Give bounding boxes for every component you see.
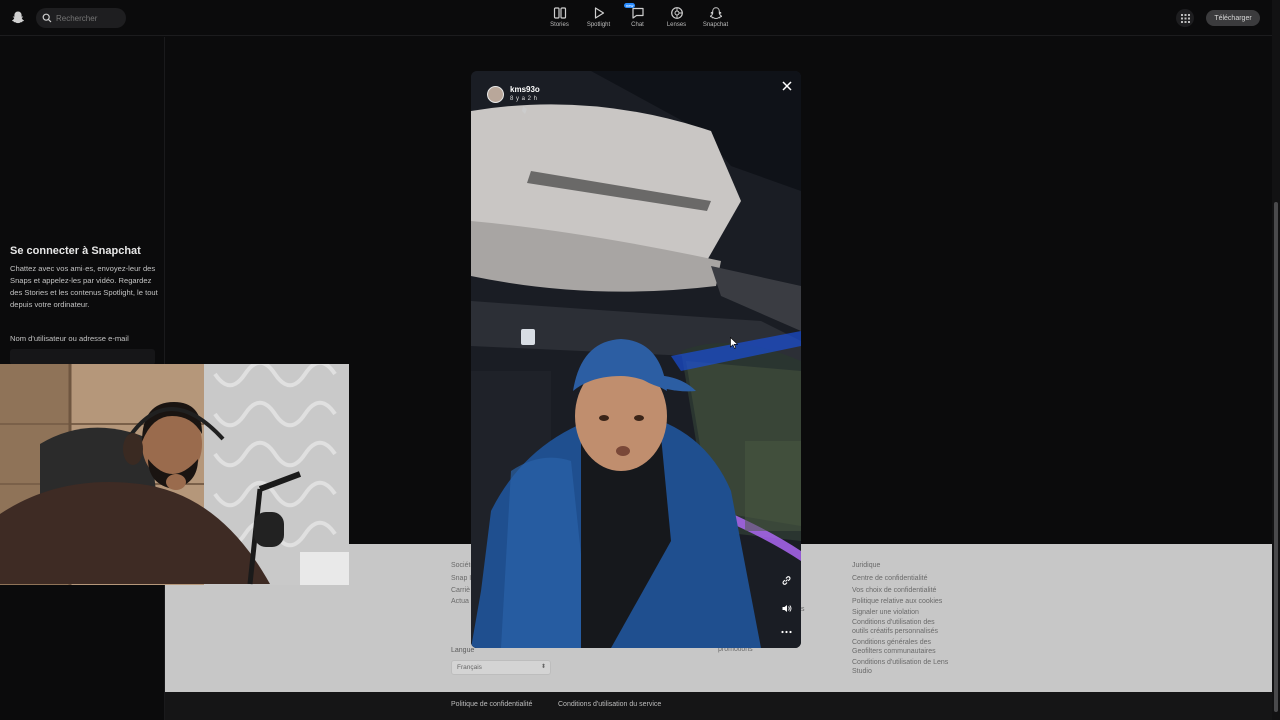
nav-snapchat-label: Snapchat	[702, 22, 729, 28]
lenses-icon	[670, 7, 683, 19]
footer-bottom-bar: Politique de confidentialité Conditions …	[165, 692, 1272, 720]
footer-link[interactable]: Centre de confidentialité	[852, 573, 952, 584]
chat-icon	[631, 7, 644, 19]
nav-spotlight-label: Spotlight	[586, 22, 611, 28]
close-story-button[interactable]	[779, 78, 795, 94]
search-bar[interactable]	[36, 8, 126, 28]
story-timestamp: 8 y a 2 h	[510, 96, 538, 102]
story-meta: kms93o 8 y a 2 h	[510, 85, 540, 103]
footer-link[interactable]: Vos choix de confidentialité	[852, 585, 952, 596]
footer-legal-heading: Juridique	[852, 562, 881, 569]
nav-lenses-label: Lenses	[666, 22, 687, 28]
nav-stories[interactable]: Stories	[540, 6, 579, 28]
top-bar: Stories Spotlight new Chat Lenses Snapch…	[0, 0, 1272, 36]
story-viewer[interactable]: kms93o 8 y a 2 h	[471, 71, 801, 648]
search-icon	[42, 13, 52, 23]
webcam-overlay	[0, 364, 349, 585]
footer-link[interactable]: Politique relative aux cookies	[852, 596, 952, 607]
more-dots-icon	[780, 630, 792, 634]
language-select[interactable]: Français ⬍	[451, 660, 551, 675]
stories-icon	[553, 7, 566, 19]
story-username[interactable]: kms93o	[510, 85, 540, 95]
copy-link-button[interactable]	[778, 572, 794, 588]
nav-chat-label: Chat	[631, 22, 644, 28]
footer-link[interactable]: Conditions d'utilisation de Lens Studio	[852, 658, 952, 676]
volume-icon	[782, 604, 791, 612]
apps-menu-button[interactable]	[1176, 9, 1194, 27]
nav-chat[interactable]: new Chat	[618, 3, 657, 28]
mouse-cursor-icon	[730, 337, 738, 349]
nav-lenses[interactable]: Lenses	[657, 6, 696, 28]
snapchat-ghost-icon	[709, 7, 722, 20]
scrollbar-thumb[interactable]	[1274, 202, 1278, 712]
nav-snapchat[interactable]: Snapchat	[696, 6, 735, 28]
username-label: Nom d'utilisateur ou adresse e-mail	[10, 334, 129, 343]
search-input[interactable]	[56, 13, 116, 23]
login-title: Se connecter à Snapchat	[10, 245, 141, 257]
story-avatar[interactable]	[487, 85, 504, 103]
footer-legal-column: Juridique Centre de confidentialité Vos …	[852, 560, 952, 676]
terms-of-service-link[interactable]: Conditions d'utilisation du service	[558, 701, 661, 708]
main-nav: Stories Spotlight new Chat Lenses Snapch…	[540, 3, 735, 28]
footer-link[interactable]: s	[801, 604, 805, 615]
nav-spotlight[interactable]: Spotlight	[579, 6, 618, 28]
chat-new-badge: new	[624, 3, 636, 8]
username-field[interactable]	[10, 349, 155, 365]
download-button[interactable]: Télécharger	[1206, 10, 1260, 26]
language-select-value: Français	[457, 664, 482, 671]
footer-link[interactable]: Signaler une violation	[852, 607, 952, 618]
language-label: Langue	[451, 647, 475, 654]
snapchat-web-page: Stories Spotlight new Chat Lenses Snapch…	[0, 0, 1280, 720]
more-options-button[interactable]	[778, 624, 794, 640]
footer-link[interactable]: Conditions générales des Geofilters comm…	[852, 638, 952, 656]
select-arrows-icon: ⬍	[540, 664, 546, 670]
footer-link[interactable]: Conditions d'utilisation des outils créa…	[852, 618, 952, 636]
nav-stories-label: Stories	[550, 22, 569, 28]
story-video	[471, 71, 801, 648]
webcam-video	[0, 364, 349, 585]
snapchat-logo-icon[interactable]	[11, 10, 25, 24]
footer-middle-fragment: s	[801, 604, 805, 615]
close-icon	[782, 81, 792, 91]
link-icon	[782, 575, 790, 585]
spotlight-play-icon	[594, 7, 604, 19]
login-description: Chattez avec vos ami·es, envoyez-leur de…	[10, 264, 158, 309]
apps-grid-icon	[1180, 13, 1190, 23]
privacy-policy-link[interactable]: Politique de confidentialité	[451, 701, 532, 708]
story-header: kms93o 8 y a 2 h	[487, 85, 540, 103]
volume-button[interactable]	[778, 600, 794, 616]
